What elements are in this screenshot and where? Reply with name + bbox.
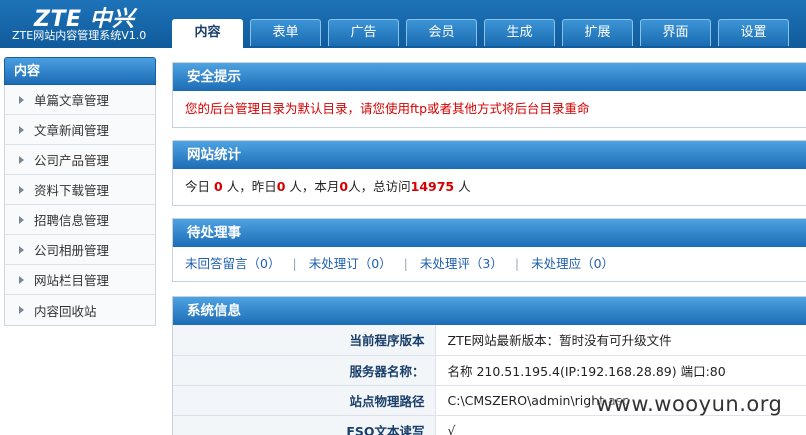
security-title: 安全提示 [173, 63, 806, 91]
sysinfo-key: 服务器名称： [173, 355, 436, 386]
arrow-right-icon [19, 185, 24, 194]
tab-content[interactable]: 内容 [172, 19, 243, 48]
todo-list: 未回答留言（0） | 未处理订（0） | 未处理评（3） | 未处理应（0） [173, 247, 806, 281]
tab-extensions[interactable]: 扩展 [562, 19, 633, 46]
stats-today-label: 今日 [185, 179, 211, 194]
main-content: 安全提示 您的后台管理目录为默认目录，请您使用ftp或者其他方式将后台目录重命 … [172, 48, 806, 435]
sidebar-item-label: 单篇文章管理 [34, 93, 110, 108]
arrow-right-icon [19, 95, 24, 104]
sidebar-item-label: 文章新闻管理 [34, 123, 110, 138]
stats-today-value: 0 [214, 179, 223, 194]
stats-month-label: 人，本月 [289, 179, 340, 194]
tab-ads[interactable]: 广告 [328, 19, 399, 46]
sidebar-item-label: 内容回收站 [34, 303, 97, 319]
security-message: 您的后台管理目录为默认目录，请您使用ftp或者其他方式将后台目录重命 [185, 101, 590, 116]
watermark: www.wooyun.org [596, 392, 783, 416]
tab-generate[interactable]: 生成 [484, 19, 555, 46]
table-row: FSO文本读写 √ [173, 415, 806, 435]
content-top-strip [172, 48, 806, 54]
stats-total-value: 14975 [410, 179, 455, 194]
sidebar-item-downloads[interactable]: 资料下载管理 [5, 175, 155, 205]
sidebar-item-label: 网站栏目管理 [34, 273, 110, 288]
todo-title: 待处理事 [173, 219, 806, 247]
sysinfo-value: √ [435, 415, 806, 435]
arrow-right-icon [19, 245, 24, 254]
arrow-right-icon [19, 275, 24, 284]
stats-title: 网站统计 [173, 141, 806, 169]
arrow-right-icon [19, 155, 24, 164]
tab-settings[interactable]: 设置 [718, 19, 789, 46]
sysinfo-key: FSO文本读写 [173, 415, 436, 435]
sidebar-item-single-article[interactable]: 单篇文章管理 [5, 85, 155, 115]
todo-unprocessed-applications-link[interactable]: 未处理应（0） [531, 247, 614, 281]
todo-panel: 待处理事 未回答留言（0） | 未处理订（0） | 未处理评（3） | 未处理应… [172, 218, 806, 282]
sysinfo-table: 当前程序版本 ZTE网站最新版本：暂时没有可升级文件 服务器名称： 名称 210… [173, 325, 806, 435]
sidebar-item-label: 公司产品管理 [34, 153, 110, 168]
sidebar-title: 内容 [4, 57, 156, 85]
system-subtitle: ZTE网站内容管理系统V1.0 [12, 29, 147, 42]
tab-members[interactable]: 会员 [406, 19, 477, 46]
arrow-right-icon [19, 215, 24, 224]
separator: | [292, 256, 297, 271]
sidebar-item-news[interactable]: 文章新闻管理 [5, 115, 155, 145]
stats-yesterday-label: 人，昨日 [226, 179, 277, 194]
logo: ZTE 中兴 ZTE网站内容管理系统V1.0 [12, 0, 162, 48]
stats-suffix: 人 [458, 179, 471, 194]
todo-unprocessed-orders-link[interactable]: 未处理订（0） [309, 247, 392, 281]
sidebar-item-albums[interactable]: 公司相册管理 [5, 235, 155, 265]
sidebar: 内容 单篇文章管理 文章新闻管理 公司产品管理 资料下载管理 招聘信息管理 公司… [4, 57, 156, 326]
stats-yesterday-value: 0 [276, 179, 286, 194]
stats-total-label: 人，总访问 [348, 179, 411, 194]
sidebar-item-products[interactable]: 公司产品管理 [5, 145, 155, 175]
stats-month-value: 0 [339, 179, 349, 194]
todo-unanswered-messages-link[interactable]: 未回答留言（0） [185, 247, 280, 281]
sidebar-menu: 单篇文章管理 文章新闻管理 公司产品管理 资料下载管理 招聘信息管理 公司相册管… [4, 85, 156, 326]
sysinfo-key: 当前程序版本 [173, 325, 436, 356]
sysinfo-value: ZTE网站最新版本：暂时没有可升级文件 [435, 325, 806, 356]
separator: | [514, 256, 520, 271]
sidebar-item-label: 资料下载管理 [34, 183, 110, 198]
sidebar-item-label: 公司相册管理 [34, 243, 110, 258]
sidebar-item-label: 招聘信息管理 [34, 213, 110, 228]
sysinfo-value: 名称 210.51.195.4(IP:192.168.28.89) 端口:80 [435, 355, 806, 386]
tab-forms[interactable]: 表单 [250, 19, 321, 46]
todo-unprocessed-reviews-link[interactable]: 未处理评（3） [420, 247, 503, 281]
sidebar-item-columns[interactable]: 网站栏目管理 [5, 265, 155, 295]
arrow-right-icon [19, 306, 24, 314]
separator: | [403, 256, 408, 271]
tab-interface[interactable]: 界面 [640, 19, 711, 46]
table-row: 服务器名称： 名称 210.51.195.4(IP:192.168.28.89)… [173, 355, 806, 386]
security-panel: 安全提示 您的后台管理目录为默认目录，请您使用ftp或者其他方式将后台目录重命 [172, 62, 806, 128]
stats-panel: 网站统计 今日 0 人，昨日0 人，本月0人，总访问14975 人 [172, 140, 806, 206]
sidebar-item-jobs[interactable]: 招聘信息管理 [5, 205, 155, 235]
top-header: ZTE 中兴 ZTE网站内容管理系统V1.0 内容 表单 广告 会员 生成 扩展… [0, 0, 806, 48]
table-row: 当前程序版本 ZTE网站最新版本：暂时没有可升级文件 [173, 325, 806, 356]
stats-line: 今日 0 人，昨日0 人，本月0人，总访问14975 人 [173, 169, 806, 205]
sysinfo-title: 系统信息 [173, 297, 806, 325]
arrow-right-icon [19, 125, 24, 134]
sysinfo-key: 站点物理路径 [173, 385, 436, 416]
sidebar-item-recycle-bin[interactable]: 内容回收站 [5, 295, 155, 325]
main-nav-tabs: 内容 表单 广告 会员 生成 扩展 界面 设置 [172, 19, 796, 48]
